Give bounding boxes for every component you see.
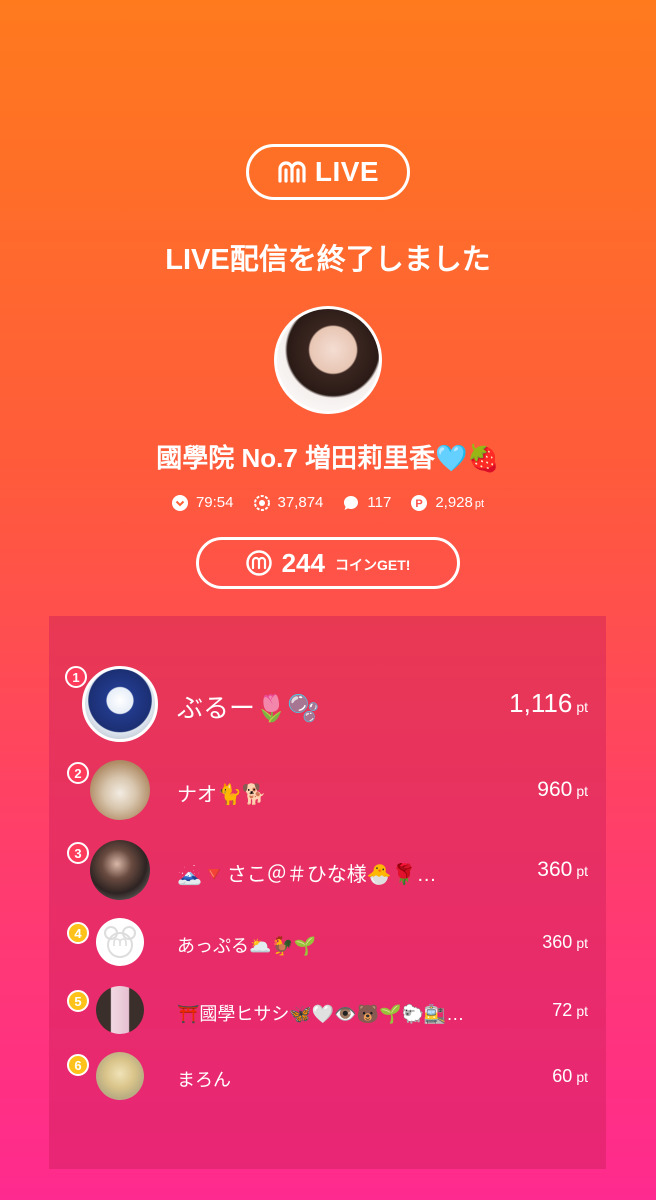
user-points: 360 pt [542, 932, 588, 952]
svg-text:P: P [416, 498, 423, 510]
ranking-panel: 1 ぶるー🌷🫧 1,116 pt 2 ナオ🐈🐕 960 pt 3 🗻🔻さこ＠＃ひな様… [49, 616, 606, 1169]
user-name: あっぷる🌥️🐓🌱 [177, 936, 317, 956]
user-points: 60 pt [552, 1066, 588, 1086]
user-name: ぶるー🌷🫧 [177, 693, 320, 723]
rank-badge: 6 [67, 1054, 89, 1076]
stat-value: 117 [367, 494, 392, 511]
user-points: 1,116 pt [509, 688, 588, 718]
rank-badge: 3 [67, 842, 89, 864]
stat-unit: pt [474, 498, 485, 510]
user-avatar[interactable] [96, 918, 144, 966]
user-points: 960 pt [537, 778, 588, 801]
live-badge: LIVE [246, 144, 410, 200]
stat-value: 37,874 [277, 494, 324, 511]
stat-points: P 2,928 pt [411, 494, 484, 511]
user-avatar[interactable] [82, 666, 158, 742]
ranking-row[interactable]: 3 🗻🔻さこ＠＃ひな様🐣🌹… 360 pt [49, 838, 606, 904]
stats-bar: 79:54 37,874 117 P 2,928 pt [0, 494, 656, 511]
user-avatar[interactable] [90, 840, 150, 900]
user-name: まろん [177, 1070, 231, 1090]
rank-badge: 5 [67, 990, 89, 1012]
user-name: ナオ🐈🐕 [177, 784, 267, 806]
live-label: LIVE [314, 156, 380, 187]
user-avatar[interactable] [96, 986, 144, 1034]
ranking-row[interactable]: 2 ナオ🐈🐕 960 pt [49, 756, 606, 822]
page-title: LIVE配信を終了しました [165, 244, 491, 276]
rank-badge: 1 [65, 666, 87, 688]
stat-viewers: 37,874 [253, 494, 324, 511]
stat-value: 2,928 [435, 494, 473, 511]
coin-label: コインGET! [334, 557, 411, 573]
points-icon: P [411, 494, 428, 511]
user-points: 72 pt [552, 1000, 588, 1020]
coin-get-badge: 244 コインGET! [196, 537, 460, 589]
user-name: ⛩️國學ヒサシ🦋🤍👁️🐻🌱🐑🚉… [177, 1004, 465, 1024]
rank-badge: 2 [67, 762, 89, 784]
default-avatar-icon [104, 926, 136, 958]
ranking-row[interactable]: 5 ⛩️國學ヒサシ🦋🤍👁️🐻🌱🐑🚉… 72 pt [49, 984, 606, 1040]
streamer-name[interactable]: 國學院 No.7 増田莉里香🩵🍓 [0, 438, 656, 475]
streamer-avatar[interactable] [274, 306, 382, 414]
viewers-icon [253, 494, 270, 511]
rank-badge: 4 [67, 922, 89, 944]
mixchannel-logo-icon [278, 161, 306, 183]
user-points: 360 pt [537, 858, 588, 881]
stat-value: 79:54 [195, 494, 234, 511]
user-avatar[interactable] [96, 1052, 144, 1100]
ranking-row[interactable]: 1 ぶるー🌷🫧 1,116 pt [49, 664, 606, 746]
stat-comments: 117 [343, 494, 391, 511]
ranking-row[interactable]: 6 まろん 60 pt [49, 1052, 606, 1108]
heart-icon [171, 494, 188, 511]
stat-duration: 79:54 [171, 494, 234, 511]
coin-icon [245, 550, 272, 576]
comment-icon [344, 495, 359, 510]
user-avatar[interactable] [90, 760, 150, 820]
user-name: 🗻🔻さこ＠＃ひな様🐣🌹… [177, 864, 437, 886]
coin-amount: 244 [281, 547, 325, 578]
ranking-row[interactable]: 4 あっぷる🌥️🐓🌱 360 pt [49, 916, 606, 972]
